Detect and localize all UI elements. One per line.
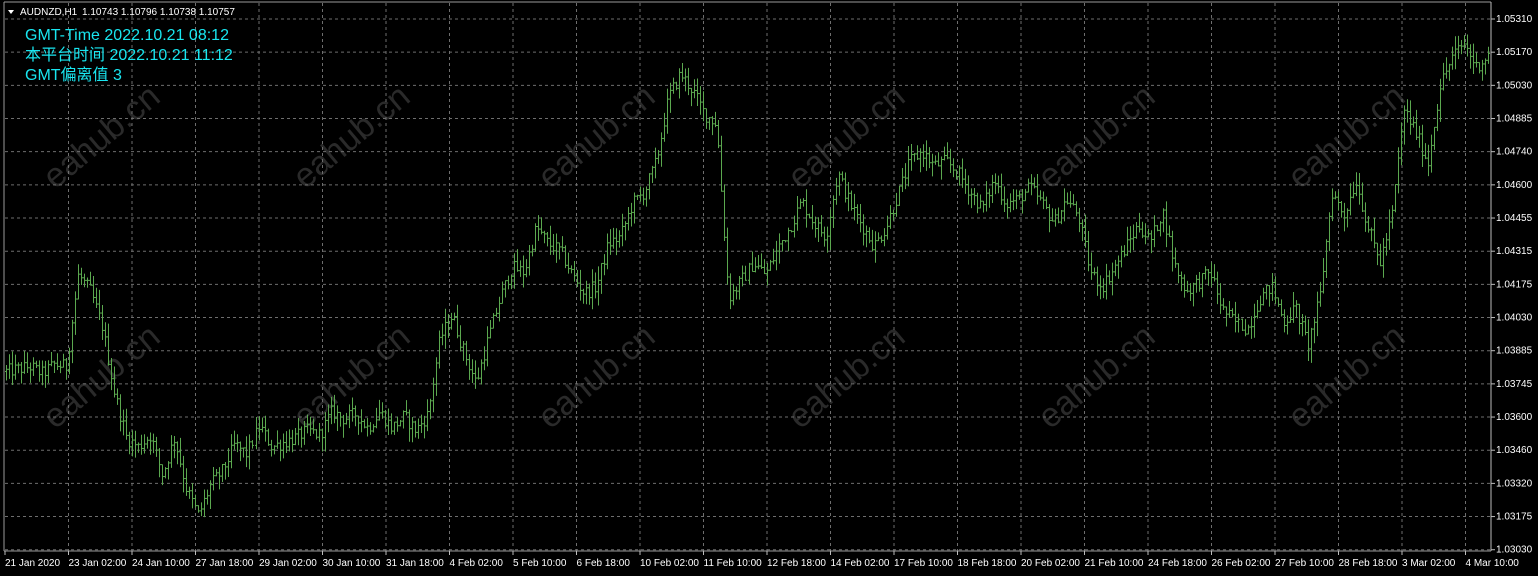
price-tick-label: 1.03460 xyxy=(1496,445,1533,456)
time-tick-label: 24 Feb 18:00 xyxy=(1148,558,1207,569)
price-tick-label: 1.03175 xyxy=(1496,512,1533,523)
price-tick-label: 1.03320 xyxy=(1496,478,1533,489)
time-tick-label: 5 Feb 10:00 xyxy=(513,558,567,569)
price-tick-label: 1.05310 xyxy=(1496,14,1533,25)
price-tick-label: 1.05030 xyxy=(1496,80,1533,91)
time-tick-label: 18 Feb 18:00 xyxy=(958,558,1017,569)
time-tick-label: 29 Jan 02:00 xyxy=(259,558,317,569)
price-tick-label: 1.03030 xyxy=(1496,545,1533,556)
time-tick-label: 24 Jan 10:00 xyxy=(132,558,190,569)
price-tick-label: 1.03600 xyxy=(1496,412,1533,423)
time-tick-label: 27 Feb 10:00 xyxy=(1275,558,1334,569)
symbol-label[interactable]: AUDNZD,H1 xyxy=(20,7,78,18)
time-tick-label: 30 Jan 10:00 xyxy=(323,558,381,569)
time-tick-label: 21 Jan 2020 xyxy=(5,558,60,569)
time-tick-label: 31 Jan 18:00 xyxy=(386,558,444,569)
time-tick-label: 20 Feb 02:00 xyxy=(1021,558,1080,569)
price-tick-label: 1.03885 xyxy=(1496,346,1533,357)
time-tick-label: 14 Feb 02:00 xyxy=(831,558,890,569)
chart-background xyxy=(0,0,1538,576)
ohlc-values: 1.10743 1.10796 1.10738 1.10757 xyxy=(82,7,235,18)
gmt-time-text: GMT-Time 2022.10.21 08:12 xyxy=(25,27,229,44)
price-tick-label: 1.04600 xyxy=(1496,180,1533,191)
price-tick-label: 1.04175 xyxy=(1496,279,1533,290)
price-tick-label: 1.04455 xyxy=(1496,213,1533,224)
time-tick-label: 27 Jan 18:00 xyxy=(196,558,254,569)
price-tick-label: 1.05170 xyxy=(1496,47,1533,58)
price-tick-label: 1.03745 xyxy=(1496,379,1533,390)
gmt-offset-text: GMT偏离值 3 xyxy=(25,66,122,84)
time-tick-label: 17 Feb 10:00 xyxy=(894,558,953,569)
time-tick-label: 21 Feb 10:00 xyxy=(1085,558,1144,569)
time-tick-label: 11 Feb 10:00 xyxy=(704,558,763,569)
platform-time-text: 本平台时间 2022.10.21 11:12 xyxy=(25,46,233,64)
price-tick-label: 1.04315 xyxy=(1496,246,1533,257)
time-tick-label: 12 Feb 18:00 xyxy=(767,558,826,569)
time-tick-label: 4 Feb 02:00 xyxy=(450,558,504,569)
price-tick-label: 1.04030 xyxy=(1496,313,1533,324)
time-tick-label: 4 Mar 10:00 xyxy=(1466,558,1520,569)
time-tick-label: 3 Mar 02:00 xyxy=(1402,558,1456,569)
price-tick-label: 1.04740 xyxy=(1496,147,1533,158)
time-tick-label: 26 Feb 02:00 xyxy=(1212,558,1271,569)
chart-window: eahub.cn eahub.cn eahub.cn eahub.cn eahu… xyxy=(0,0,1538,576)
time-tick-label: 6 Feb 18:00 xyxy=(577,558,631,569)
price-chart[interactable]: eahub.cn eahub.cn eahub.cn eahub.cn eahu… xyxy=(0,0,1538,576)
chart-header: AUDNZD,H1 1.10743 1.10796 1.10738 1.1075… xyxy=(8,7,235,18)
price-tick-label: 1.04885 xyxy=(1496,114,1533,125)
time-tick-label: 23 Jan 02:00 xyxy=(69,558,127,569)
time-tick-label: 10 Feb 02:00 xyxy=(640,558,699,569)
time-tick-label: 28 Feb 18:00 xyxy=(1339,558,1398,569)
